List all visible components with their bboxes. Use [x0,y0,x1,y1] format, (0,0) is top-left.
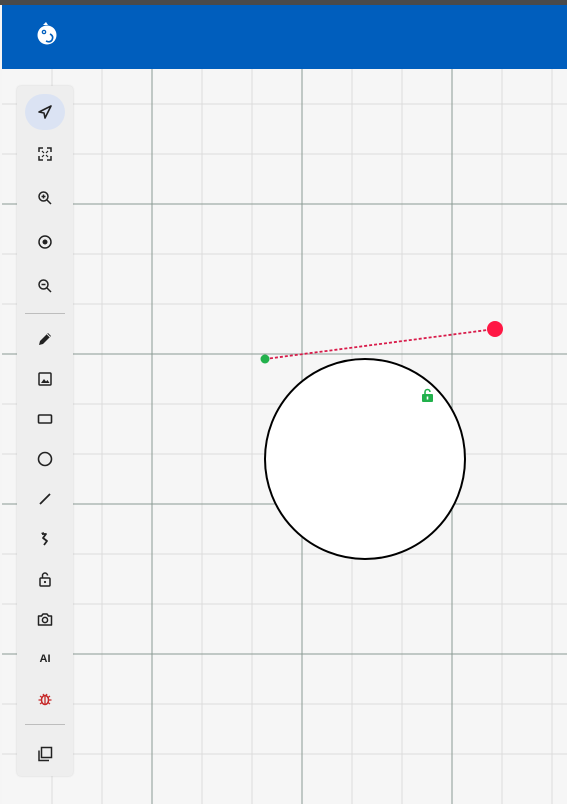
image-icon [38,372,52,386]
duplicate-tool[interactable] [25,736,65,772]
circle-tool[interactable] [25,441,65,477]
curved-arrow-icon [41,532,48,546]
debug-tool[interactable] [25,681,65,717]
zoom-in-tool[interactable] [25,180,65,216]
zoom-in-icon [38,191,52,205]
drawing-canvas[interactable] [2,69,567,804]
lock-open-icon [39,572,51,587]
line-end-handle[interactable] [487,321,503,337]
target-icon [38,235,52,249]
copy-icon [38,746,53,762]
rectangle-tool[interactable] [25,401,65,437]
zoom-out-tool[interactable] [25,268,65,304]
center-view-tool[interactable] [25,224,65,260]
ai-tool[interactable]: AI [25,641,65,677]
cursor-arrow-icon [38,105,52,119]
bug-icon [38,693,52,706]
zoom-out-icon [38,279,52,293]
chameleon-logo-icon[interactable] [33,21,59,49]
select-tool[interactable] [25,94,65,130]
pencil-icon [39,333,51,345]
fit-view-tool[interactable] [25,136,65,172]
toolbar-divider [25,313,65,314]
lock-tool[interactable] [25,561,65,597]
app-header [2,5,567,69]
ai-text-icon: AI [39,653,51,665]
toolbar-divider [25,724,65,725]
line-start-handle[interactable] [260,354,270,364]
camera-icon [37,613,53,626]
fullscreen-icon [38,147,52,161]
rectangle-icon [37,414,53,424]
line-icon [39,493,51,505]
canvas-grid [2,69,567,804]
pencil-tool[interactable] [25,321,65,357]
arrow-tool[interactable] [25,521,65,557]
tool-palette: AI [17,86,73,776]
screenshot-tool[interactable] [25,601,65,637]
circle-icon [37,451,53,467]
image-tool[interactable] [25,361,65,397]
line-tool[interactable] [25,481,65,517]
circle-shape[interactable] [264,358,466,560]
